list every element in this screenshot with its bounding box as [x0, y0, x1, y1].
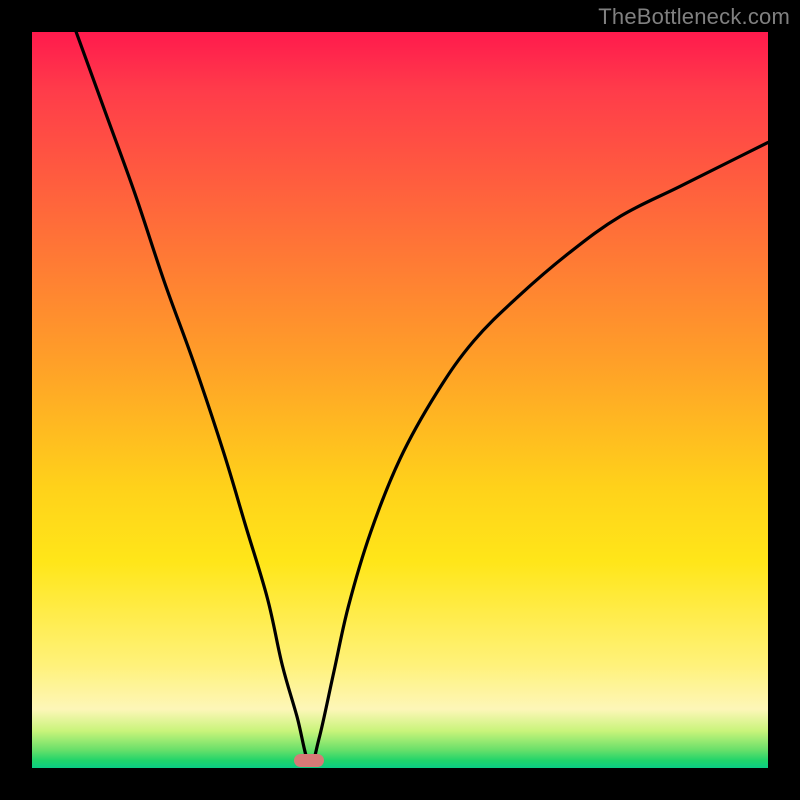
outer-frame: TheBottleneck.com	[0, 0, 800, 800]
plot-area	[32, 32, 768, 768]
bottleneck-curve	[32, 32, 768, 768]
watermark-text: TheBottleneck.com	[598, 4, 790, 30]
min-marker	[294, 754, 324, 767]
